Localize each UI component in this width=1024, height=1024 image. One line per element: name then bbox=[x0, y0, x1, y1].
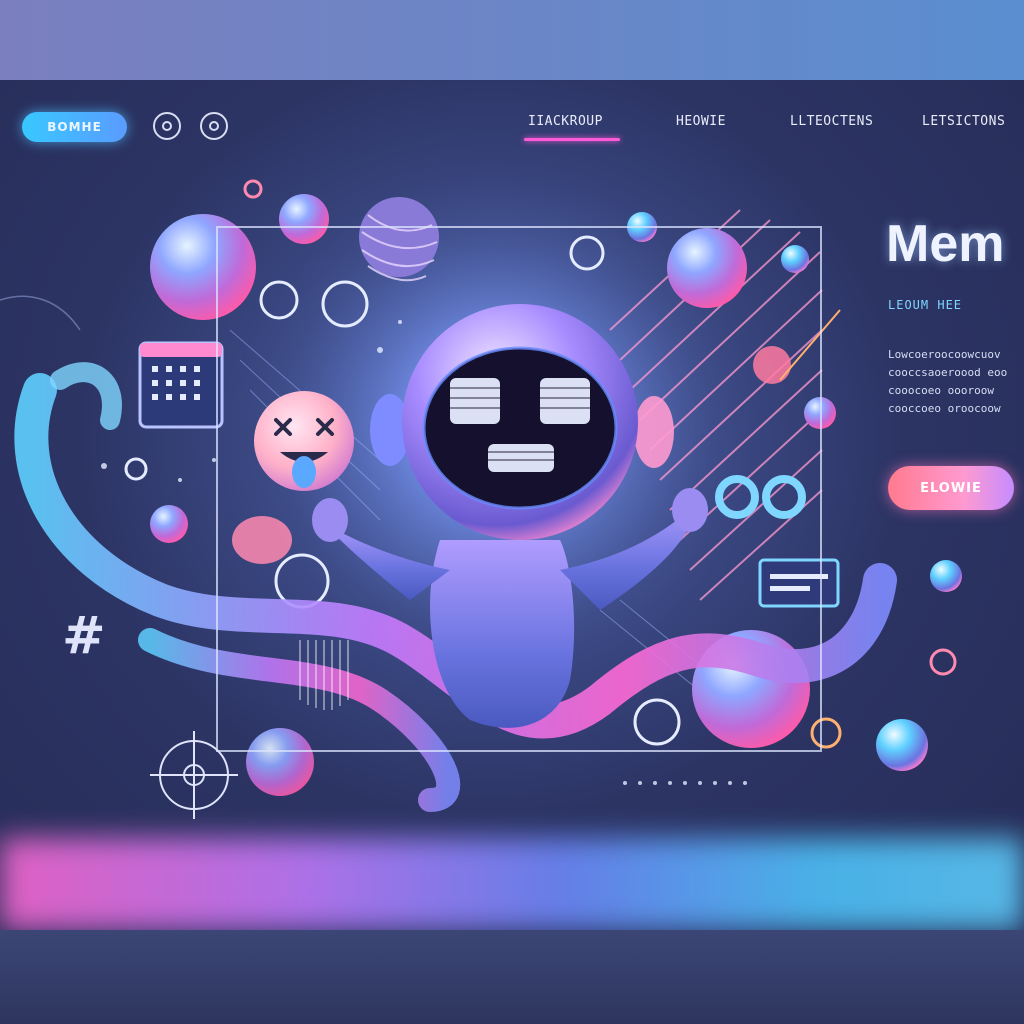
nav-link-2[interactable]: HEOWIE bbox=[676, 114, 726, 129]
hero-title: Mem bbox=[886, 215, 1005, 273]
nav-pill-button[interactable]: ВОМНЕ bbox=[22, 112, 127, 142]
hero-body-line-1: Lowcoeroocoowcuov bbox=[888, 348, 1001, 361]
hero-subtitle: LEOUM HEE bbox=[888, 298, 963, 312]
nav-link-3[interactable]: LLTEOCTENS bbox=[790, 114, 873, 129]
illustration-frame bbox=[216, 226, 822, 752]
nav-active-underline bbox=[524, 138, 620, 141]
ring-icon bbox=[162, 121, 172, 131]
nav-link-4[interactable]: LETSICTONS bbox=[922, 114, 1005, 129]
hero-body-line-3: cooocoeo oooroow bbox=[888, 384, 994, 397]
ring-icon bbox=[209, 121, 219, 131]
hashtag-icon: # bbox=[62, 606, 106, 666]
hero-body-line-2: cooccsaoeroood eoo bbox=[888, 366, 1008, 379]
cta-button[interactable]: ELOWIE bbox=[888, 466, 1014, 510]
nav-circle-icon-2[interactable] bbox=[200, 112, 228, 140]
nav-circle-icon-1[interactable] bbox=[153, 112, 181, 140]
hero-body-line-4: cooccoeo oroocoow bbox=[888, 402, 1001, 415]
nav-link-1[interactable]: IIACKROUP bbox=[528, 114, 603, 129]
